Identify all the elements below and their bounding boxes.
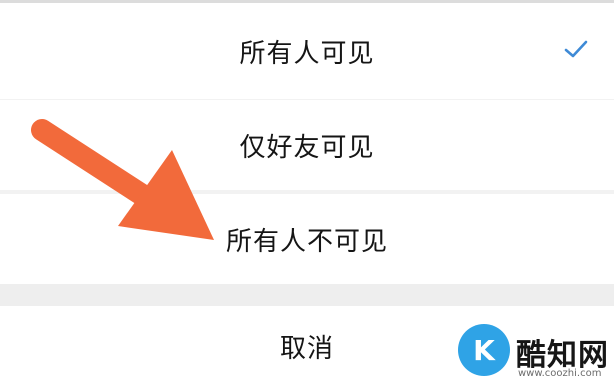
option-friends-visible[interactable]: 仅好友可见 xyxy=(0,100,614,190)
watermark-url: www.coozhi.com xyxy=(518,368,602,379)
option-label: 所有人不可见 xyxy=(225,226,388,257)
visibility-action-sheet: 所有人可见 仅好友可见 所有人不可见 取消 K 酷知网 www.coozhi.c… xyxy=(0,0,614,387)
option-label: 所有人可见 xyxy=(239,38,375,69)
watermark-logo: K 酷知网 www.coozhi.com xyxy=(452,324,612,384)
option-nobody-visible[interactable]: 所有人不可见 xyxy=(0,194,614,284)
section-divider xyxy=(0,284,614,306)
option-label: 仅好友可见 xyxy=(239,132,375,163)
coozhi-logo-icon: K xyxy=(458,324,510,376)
cancel-label: 取消 xyxy=(279,334,334,364)
checkmark-icon xyxy=(564,40,588,58)
option-everyone-visible[interactable]: 所有人可见 xyxy=(0,0,614,99)
